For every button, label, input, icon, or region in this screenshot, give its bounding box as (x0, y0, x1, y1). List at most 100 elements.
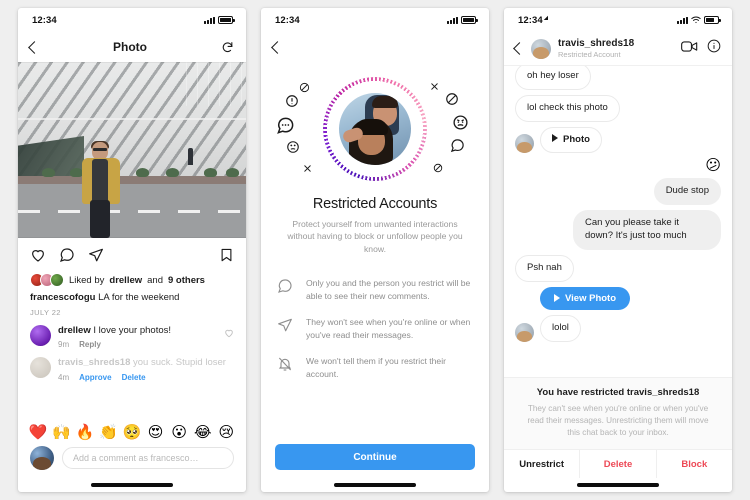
bookmark-icon[interactable] (219, 247, 234, 268)
back-chevron-icon[interactable] (28, 40, 41, 54)
restricted-illustration (275, 68, 475, 190)
post-caption: francescofogu LA for the weekend (18, 290, 246, 305)
share-paperplane-icon[interactable] (88, 247, 104, 268)
comment-username[interactable]: drellew (58, 325, 91, 336)
x-icon (430, 78, 439, 96)
info-circle-icon[interactable] (707, 39, 721, 58)
comment-text: you suck. Stupid loser (133, 357, 226, 369)
emoji-quick[interactable]: 😂 (191, 425, 215, 440)
comment-icon[interactable] (59, 247, 75, 268)
block-button[interactable]: Block (655, 450, 732, 478)
status-time: 12:34 (275, 14, 300, 26)
home-indicator (504, 478, 732, 492)
list-item-label: Only you and the person you restrict wil… (306, 278, 471, 302)
avatar (30, 446, 54, 470)
message-row: Photo (515, 126, 721, 154)
battery-icon (461, 16, 478, 24)
status-bar: 12:34 (261, 8, 489, 32)
heart-outline-icon[interactable] (224, 325, 234, 343)
avatar[interactable] (30, 357, 51, 379)
emoji-quick[interactable]: 😢 (215, 425, 239, 440)
status-time: 12:34 (32, 14, 57, 26)
notice-title: You have restricted travis_shreds18 (536, 387, 700, 399)
video-call-icon[interactable] (681, 40, 698, 58)
list-item-label: They won't see when you're online or whe… (306, 317, 471, 341)
nav-bar: Photo (18, 32, 246, 62)
reaction-emoji[interactable]: 😕 (705, 158, 721, 173)
refresh-icon[interactable] (221, 41, 234, 54)
emoji-quick[interactable]: 😍 (144, 425, 168, 440)
angry-face-icon (452, 114, 469, 136)
back-chevron-icon[interactable] (513, 42, 526, 55)
status-indicators (204, 16, 235, 24)
back-chevron-icon[interactable] (271, 40, 284, 54)
reply-button[interactable]: Reply (79, 340, 101, 349)
approve-button[interactable]: Approve (79, 373, 111, 382)
continue-button[interactable]: Continue (275, 444, 475, 470)
emoji-quick[interactable]: 🙌 (50, 425, 74, 440)
exclamation-circle-icon (285, 94, 299, 113)
quick-emoji-row[interactable]: ❤️ 🙌 🔥 👏 🥺 😍 😮 😂 😢 (18, 419, 246, 444)
message-row: Can you please take it down? It's just t… (515, 210, 721, 250)
post-image[interactable] (18, 62, 246, 238)
emoji-quick[interactable]: 🔥 (73, 425, 97, 440)
view-photo-button[interactable]: View Photo (540, 286, 631, 310)
chat-header: travis_shreds18 Restricted Account (504, 32, 732, 66)
nav-bar (261, 32, 489, 62)
message-bubble[interactable]: oh hey loser (515, 66, 591, 90)
phone-direct-message-screen: 12:34 travis_shreds18 Restricted Account (504, 8, 732, 492)
comment-username[interactable]: travis_shreds18 (58, 357, 130, 368)
play-icon (552, 134, 558, 143)
likes-prefix: Liked by (69, 274, 105, 286)
message-list[interactable]: oh hey loser lol check this photo Photo … (504, 66, 732, 377)
sad-face-icon (286, 140, 300, 159)
battery-icon (704, 16, 721, 24)
emoji-quick[interactable]: 👏 (97, 425, 121, 440)
unrestrict-button[interactable]: Unrestrict (504, 450, 579, 478)
message-bubble[interactable]: Psh nah (515, 254, 574, 282)
avatar[interactable] (515, 134, 534, 154)
x-icon (303, 160, 312, 178)
restricted-comment-item: travis_shreds18 you suck. Stupid loser 4… (18, 349, 246, 382)
emoji-quick[interactable]: 🥺 (120, 425, 144, 440)
delete-button[interactable]: Delete (579, 450, 655, 478)
avatar[interactable] (30, 324, 51, 346)
comment-input-placeholder: Add a comment as francesco… (73, 453, 199, 463)
message-row: Psh nah (515, 254, 721, 282)
comment-input[interactable]: Add a comment as francesco… (62, 447, 234, 469)
comment-text: I love your photos! (93, 324, 172, 336)
message-bubble[interactable]: Dude stop (653, 178, 721, 206)
avatar[interactable] (531, 38, 551, 59)
phone-restricted-accounts-screen: 12:34 Restricted Accounts Protect yourse… (261, 8, 489, 492)
post-action-row (18, 238, 246, 273)
media-message-bubble[interactable]: Photo (540, 126, 602, 154)
play-icon (554, 294, 560, 303)
notice-body: They can't see when you're online or whe… (527, 404, 709, 438)
emoji-quick[interactable]: 😮 (167, 425, 191, 440)
message-bubble[interactable]: lolol (540, 314, 581, 342)
page-title: Restricted Accounts (312, 196, 438, 212)
liker-avatars (30, 273, 64, 287)
emoji-quick[interactable]: ❤️ (26, 425, 50, 440)
message-bubble[interactable]: lol check this photo (515, 94, 620, 122)
message-row: oh hey loser (515, 66, 721, 90)
caption-text: LA for the weekend (98, 292, 180, 303)
status-time: 12:34 (518, 15, 553, 26)
caption-username[interactable]: francescofogu (30, 292, 95, 303)
bell-slash-icon (277, 355, 295, 377)
signal-bars-icon (447, 16, 458, 24)
list-item-label: We won't tell them if you restrict their… (306, 355, 446, 379)
message-row: View Photo (515, 286, 721, 310)
avatar[interactable] (515, 322, 534, 342)
likes-summary[interactable]: Liked by drellew and 9 others (18, 273, 246, 290)
wifi-icon (691, 11, 701, 29)
message-bubble[interactable]: Can you please take it down? It's just t… (573, 210, 721, 250)
signal-bars-icon (204, 16, 215, 24)
message-row: Dude stop (515, 178, 721, 206)
comment-composer: Add a comment as francesco… (18, 444, 246, 478)
page-title: Photo (113, 40, 147, 54)
heart-icon[interactable] (30, 247, 46, 268)
chat-action-bar: Unrestrict Delete Block (504, 449, 732, 478)
list-item: They won't see when you're online or whe… (275, 316, 475, 342)
delete-button[interactable]: Delete (122, 373, 146, 382)
